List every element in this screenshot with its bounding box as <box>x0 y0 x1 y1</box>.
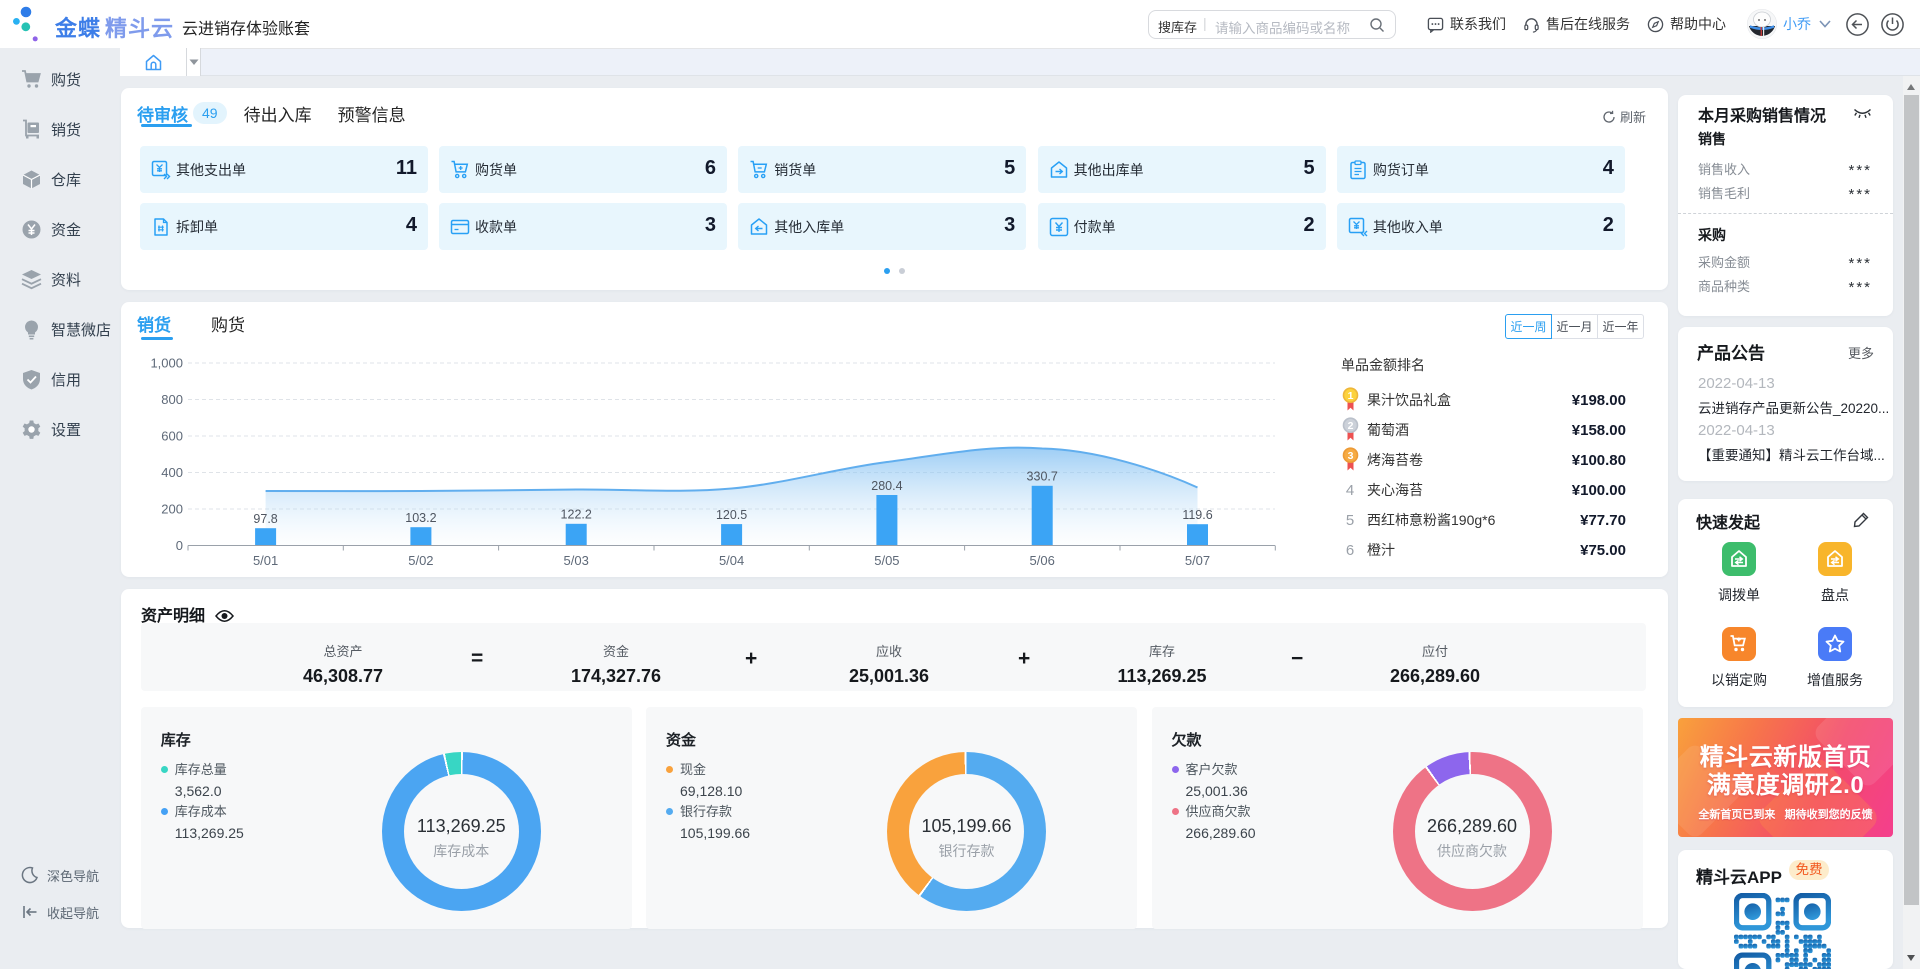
svg-text:5/03: 5/03 <box>564 553 589 568</box>
svg-text:5/07: 5/07 <box>1185 553 1210 568</box>
svg-text:103.2: 103.2 <box>405 511 436 525</box>
svg-text:97.8: 97.8 <box>253 512 277 526</box>
svg-text:5/02: 5/02 <box>408 553 433 568</box>
svg-text:800: 800 <box>161 392 183 407</box>
svg-text:1,000: 1,000 <box>150 356 183 371</box>
svg-text:120.5: 120.5 <box>716 508 747 522</box>
svg-text:200: 200 <box>161 502 183 517</box>
svg-text:400: 400 <box>161 465 183 480</box>
svg-text:122.2: 122.2 <box>561 508 592 522</box>
svg-text:1: 1 <box>1347 390 1353 402</box>
svg-text:600: 600 <box>161 429 183 444</box>
svg-text:0: 0 <box>176 538 183 553</box>
svg-text:119.6: 119.6 <box>1182 508 1212 522</box>
svg-text:3: 3 <box>1347 450 1353 462</box>
svg-text:5/04: 5/04 <box>719 553 744 568</box>
svg-text:330.7: 330.7 <box>1027 470 1058 484</box>
svg-text:5/01: 5/01 <box>253 553 278 568</box>
svg-text:5/05: 5/05 <box>874 553 899 568</box>
svg-text:2: 2 <box>1347 420 1353 432</box>
svg-text:5/06: 5/06 <box>1030 553 1055 568</box>
svg-text:280.4: 280.4 <box>871 479 902 493</box>
